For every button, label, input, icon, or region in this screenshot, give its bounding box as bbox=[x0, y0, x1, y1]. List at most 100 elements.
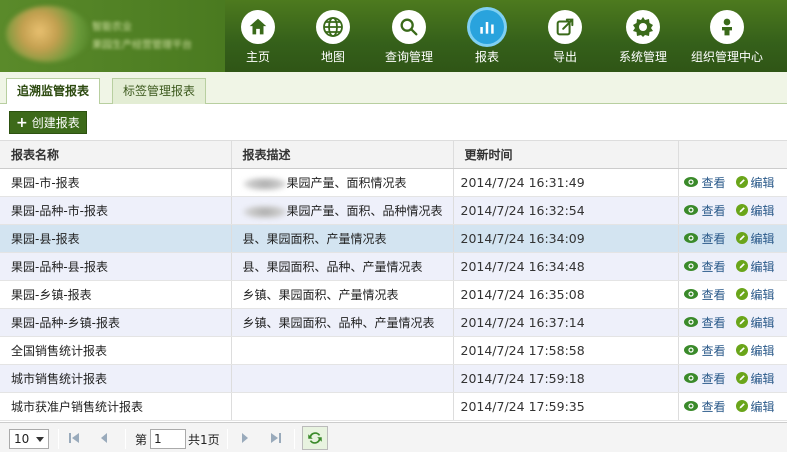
nav-map[interactable]: 地图 bbox=[313, 0, 353, 72]
nav-home[interactable]: 主页 bbox=[238, 0, 278, 72]
view-button[interactable]: 查看 bbox=[683, 314, 726, 331]
cell-actions: 查看 编辑 bbox=[678, 168, 787, 197]
plus-icon: + bbox=[16, 115, 28, 131]
edit-label: 编辑 bbox=[750, 175, 775, 190]
redacted-region bbox=[242, 176, 287, 191]
cell-report-name: 果园-市-报表 bbox=[0, 168, 232, 197]
view-button[interactable]: 查看 bbox=[683, 286, 726, 303]
table-row[interactable]: 果园-乡镇-报表 乡镇、果园面积、产量情况表 2014/7/24 16:35:08 查… bbox=[0, 280, 787, 309]
col-header-name[interactable]: 报表名称 bbox=[0, 140, 232, 169]
tab-bar: 追溯监管报表 标签管理报表 bbox=[0, 72, 787, 105]
page-number-input[interactable]: 1 bbox=[150, 429, 186, 449]
nav-system-label: 系统管理 bbox=[618, 50, 667, 64]
cell-report-desc: 县、果园面积、品种、产量情况表 bbox=[231, 252, 454, 281]
edit-button[interactable]: 编辑 bbox=[735, 314, 775, 331]
nav-org-center[interactable]: 组织管理中心 bbox=[689, 0, 765, 72]
table-row[interactable]: 果园-县-报表 县、果园面积、产量情况表 2014/7/24 16:34:09 查看 编… bbox=[0, 224, 787, 253]
next-page-button[interactable] bbox=[237, 430, 253, 446]
eye-icon bbox=[683, 205, 698, 216]
last-page-button[interactable] bbox=[268, 430, 284, 446]
cell-actions: 查看 编辑 bbox=[678, 336, 787, 365]
cell-update-time: 2014/7/24 17:59:35 bbox=[453, 392, 679, 421]
edit-button[interactable]: 编辑 bbox=[735, 258, 775, 275]
edit-icon bbox=[735, 204, 748, 217]
gear-icon bbox=[626, 10, 660, 44]
table-row[interactable]: 果园-市-报表 果园产量、面积情况表 2014/7/24 16:31:49 查看 编辑 bbox=[0, 168, 787, 197]
view-button[interactable]: 查看 bbox=[683, 230, 726, 247]
cell-report-name: 果园-品种-乡镇-报表 bbox=[0, 308, 232, 337]
cell-report-desc-text: 乡镇、果园面积、品种、产量情况表 bbox=[242, 316, 435, 330]
cell-report-desc: 乡镇、果园面积、品种、产量情况表 bbox=[231, 308, 454, 337]
prev-page-icon bbox=[101, 433, 107, 443]
cell-report-name: 果园-品种-市-报表 bbox=[0, 196, 232, 225]
cell-actions: 查看 编辑 bbox=[678, 280, 787, 309]
view-button[interactable]: 查看 bbox=[683, 342, 726, 359]
edit-icon bbox=[735, 260, 748, 273]
cell-report-name: 城市获准户销售统计报表 bbox=[0, 392, 232, 421]
edit-button[interactable]: 编辑 bbox=[735, 230, 775, 247]
table-row[interactable]: 城市销售统计报表 2014/7/24 17:59:18 查看 编辑 bbox=[0, 364, 787, 393]
view-button[interactable]: 查看 bbox=[683, 174, 726, 191]
nav-system[interactable]: 系统管理 bbox=[617, 0, 669, 72]
eye-icon bbox=[683, 233, 698, 244]
create-report-button[interactable]: + 创建报表 bbox=[9, 111, 87, 134]
nav-home-label: 主页 bbox=[245, 50, 270, 64]
cell-report-desc: 县、果园面积、产量情况表 bbox=[231, 224, 454, 253]
search-icon bbox=[392, 10, 426, 44]
edit-button[interactable]: 编辑 bbox=[735, 342, 775, 359]
nav-export-label: 导出 bbox=[552, 50, 577, 64]
table-row[interactable]: 全国销售统计报表 2014/7/24 17:58:58 查看 编辑 bbox=[0, 336, 787, 365]
cell-actions: 查看 编辑 bbox=[678, 364, 787, 393]
edit-label: 编辑 bbox=[750, 287, 775, 302]
cell-update-time: 2014/7/24 16:35:08 bbox=[453, 280, 679, 309]
edit-button[interactable]: 编辑 bbox=[735, 286, 775, 303]
edit-button[interactable]: 编辑 bbox=[735, 398, 775, 415]
edit-button[interactable]: 编辑 bbox=[735, 370, 775, 387]
edit-icon bbox=[735, 344, 748, 357]
edit-icon bbox=[735, 400, 748, 413]
cell-update-time: 2014/7/24 16:37:14 bbox=[453, 308, 679, 337]
cell-report-desc-text: 县、果园面积、产量情况表 bbox=[242, 232, 387, 246]
cell-report-desc-text: 乡镇、果园面积、产量情况表 bbox=[242, 288, 399, 302]
prev-page-button[interactable] bbox=[96, 430, 112, 446]
edit-label: 编辑 bbox=[750, 203, 775, 218]
nav-reports[interactable]: 报表 bbox=[470, 0, 504, 72]
page-size-select[interactable]: 10 bbox=[9, 429, 49, 449]
cell-report-desc: 乡镇、果园面积、产量情况表 bbox=[231, 280, 454, 309]
view-button[interactable]: 查看 bbox=[683, 258, 726, 275]
view-button[interactable]: 查看 bbox=[683, 370, 726, 387]
view-label: 查看 bbox=[701, 287, 726, 302]
eye-icon bbox=[683, 373, 698, 384]
redacted-region bbox=[242, 204, 287, 219]
view-button[interactable]: 查看 bbox=[683, 398, 726, 415]
table-row[interactable]: 果园-品种-县-报表 县、果园面积、品种、产量情况表 2014/7/24 16:34… bbox=[0, 252, 787, 281]
col-header-desc[interactable]: 报表描述 bbox=[231, 140, 454, 169]
table-row[interactable]: 果园-品种-乡镇-报表 乡镇、果园面积、品种、产量情况表 2014/7/24 16:… bbox=[0, 308, 787, 337]
tab-trace-reports[interactable]: 追溯监管报表 bbox=[6, 78, 101, 105]
nav-export[interactable]: 导出 bbox=[548, 0, 582, 72]
cell-report-desc bbox=[231, 392, 454, 421]
table-row[interactable]: 果园-品种-市-报表 果园产量、面积、品种情况表 2014/7/24 16:32:5… bbox=[0, 196, 787, 225]
nav-org-label: 组织管理中心 bbox=[690, 50, 763, 64]
first-page-button[interactable] bbox=[66, 430, 82, 446]
page-prefix: 第 bbox=[135, 433, 148, 447]
edit-label: 编辑 bbox=[750, 231, 775, 246]
edit-button[interactable]: 编辑 bbox=[735, 202, 775, 219]
tab-label-reports[interactable]: 标签管理报表 bbox=[112, 78, 207, 104]
globe-icon bbox=[316, 10, 350, 44]
view-button[interactable]: 查看 bbox=[683, 202, 726, 219]
table-row[interactable]: 城市获准户销售统计报表 2014/7/24 17:59:35 查看 编辑 bbox=[0, 392, 787, 421]
edit-button[interactable]: 编辑 bbox=[735, 174, 775, 191]
export-icon bbox=[548, 10, 582, 44]
col-header-time[interactable]: 更新时间 bbox=[453, 140, 679, 169]
cell-report-name: 全国销售统计报表 bbox=[0, 336, 232, 365]
top-header: 智能农业 果园生产经营管理平台 主页 地图 查询管理 报表 导出 系统管理 组织… bbox=[0, 0, 787, 72]
refresh-button[interactable] bbox=[302, 426, 328, 450]
view-label: 查看 bbox=[701, 343, 726, 358]
nav-query[interactable]: 查询管理 bbox=[383, 0, 435, 72]
view-label: 查看 bbox=[701, 259, 726, 274]
cell-update-time: 2014/7/24 17:58:58 bbox=[453, 336, 679, 365]
cell-report-desc: 果园产量、面积、品种情况表 bbox=[231, 196, 454, 225]
cell-actions: 查看 编辑 bbox=[678, 308, 787, 337]
cell-report-desc bbox=[231, 336, 454, 365]
